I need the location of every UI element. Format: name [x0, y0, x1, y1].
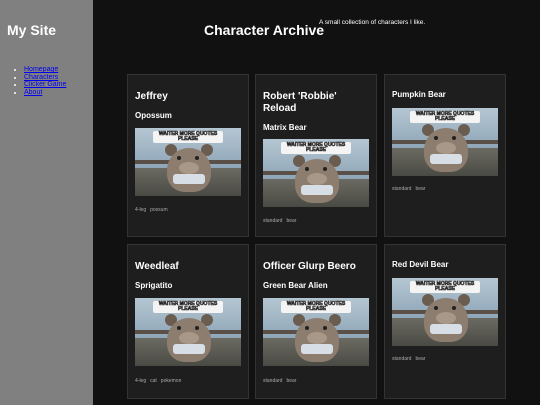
- dog-muzzle: [436, 142, 456, 154]
- tag: standard: [263, 378, 283, 384]
- tag: standard: [392, 356, 412, 362]
- meme-caption: WAITER MORE QUOTES PLEASE: [158, 131, 218, 142]
- nav-link-clicker-game[interactable]: Clicker Game: [24, 81, 66, 88]
- character-image: WAITER MORE QUOTES PLEASE: [263, 298, 369, 366]
- tag: 4-leg: [135, 207, 147, 213]
- card-name: Weedleaf: [135, 261, 179, 272]
- meme-banner: WAITER MORE QUOTES PLEASE: [410, 111, 480, 123]
- meme-caption: WAITER MORE QUOTES PLEASE: [286, 301, 346, 312]
- dog-muzzle: [307, 332, 327, 344]
- character-image: WAITER MORE QUOTES PLEASE: [135, 128, 241, 196]
- character-card[interactable]: Officer Glurp Beero Green Bear Alien WAI…: [255, 244, 377, 399]
- meme-caption: WAITER MORE QUOTES PLEASE: [415, 281, 475, 292]
- nav-item-characters: Characters: [24, 74, 66, 82]
- card-name: Pumpkin Bear: [392, 90, 446, 99]
- card-type: Matrix Bear: [263, 123, 307, 132]
- character-card[interactable]: Robert 'Robbie' Reload Matrix Bear WAITE…: [255, 74, 377, 237]
- meme-banner: WAITER MORE QUOTES PLEASE: [281, 301, 351, 313]
- card-tags: standard bear: [392, 186, 429, 192]
- dog-collar: [173, 344, 205, 354]
- nav-item-clicker-game: Clicker Game: [24, 81, 66, 89]
- character-image: WAITER MORE QUOTES PLEASE: [135, 298, 241, 366]
- dog-eye: [323, 167, 327, 171]
- dog-eye: [434, 306, 438, 310]
- nav-item-about: About: [24, 89, 66, 97]
- tag: standard: [392, 186, 412, 192]
- tag: standard: [263, 218, 283, 224]
- tag: pokemon: [160, 378, 182, 384]
- dog-collar: [430, 154, 462, 164]
- card-type: Green Bear Alien: [263, 281, 328, 290]
- dog-eye: [177, 156, 181, 160]
- character-card[interactable]: Pumpkin Bear WAITER MORE QUOTES PLEASE s…: [384, 74, 506, 237]
- tag: bear: [415, 186, 426, 192]
- meme-caption: WAITER MORE QUOTES PLEASE: [286, 142, 346, 153]
- dog-eye: [323, 326, 327, 330]
- character-card[interactable]: Weedleaf Sprigatito WAITER MORE QUOTES P…: [127, 244, 249, 399]
- dog-eye: [305, 167, 309, 171]
- card-tags: standard bear: [263, 378, 300, 384]
- nav-link-homepage[interactable]: Homepage: [24, 66, 58, 73]
- dog-eye: [305, 326, 309, 330]
- dog-muzzle: [179, 162, 199, 174]
- main-content: Character Archive A small collection of …: [93, 0, 540, 405]
- card-tags: 4-leg cat pokemon: [135, 378, 185, 384]
- card-tags: standard bear: [263, 218, 300, 224]
- tag: possum: [150, 207, 168, 213]
- card-name: Officer Glurp Beero: [263, 261, 356, 272]
- page-title: Character Archive: [204, 22, 325, 38]
- dog-collar: [173, 174, 205, 184]
- meme-banner: WAITER MORE QUOTES PLEASE: [410, 281, 480, 293]
- dog-eye: [195, 156, 199, 160]
- card-name: Robert 'Robbie' Reload: [263, 91, 337, 114]
- nav-link-characters[interactable]: Characters: [24, 74, 58, 81]
- character-card[interactable]: Jeffrey Opossum WAITER MORE QUOTES PLEAS…: [127, 74, 249, 237]
- meme-banner: WAITER MORE QUOTES PLEASE: [153, 301, 223, 313]
- character-card[interactable]: Red Devil Bear WAITER MORE QUOTES PLEASE…: [384, 244, 506, 399]
- tag: bear: [286, 378, 297, 384]
- nav-item-homepage: Homepage: [24, 66, 66, 74]
- card-type: Sprigatito: [135, 281, 173, 290]
- dog-eye: [434, 136, 438, 140]
- character-image: WAITER MORE QUOTES PLEASE: [263, 139, 369, 207]
- dog-collar: [430, 324, 462, 334]
- nav-list: Homepage Characters Clicker Game About: [8, 66, 66, 96]
- tag: bear: [415, 356, 426, 362]
- meme-banner: WAITER MORE QUOTES PLEASE: [281, 142, 351, 154]
- dog-muzzle: [179, 332, 199, 344]
- character-image: WAITER MORE QUOTES PLEASE: [392, 108, 498, 176]
- card-name: Red Devil Bear: [392, 260, 449, 269]
- card-type: Opossum: [135, 111, 172, 120]
- dog-muzzle: [307, 173, 327, 185]
- character-image: WAITER MORE QUOTES PLEASE: [392, 278, 498, 346]
- tag: cat: [150, 378, 157, 384]
- card-tags: 4-leg possum: [135, 207, 172, 213]
- tag: 4-leg: [135, 378, 147, 384]
- card-name: Jeffrey: [135, 91, 168, 102]
- dog-collar: [301, 185, 333, 195]
- dog-eye: [452, 306, 456, 310]
- dog-muzzle: [436, 312, 456, 324]
- dog-collar: [301, 344, 333, 354]
- card-tags: standard bear: [392, 356, 429, 362]
- page-subtitle: A small collection of characters I like.: [319, 19, 426, 26]
- dog-eye: [452, 136, 456, 140]
- meme-caption: WAITER MORE QUOTES PLEASE: [415, 111, 475, 122]
- tag: bear: [286, 218, 297, 224]
- sidebar: My Site Homepage Characters Clicker Game…: [0, 0, 93, 405]
- dog-eye: [177, 326, 181, 330]
- meme-caption: WAITER MORE QUOTES PLEASE: [158, 301, 218, 312]
- meme-banner: WAITER MORE QUOTES PLEASE: [153, 131, 223, 143]
- nav-link-about[interactable]: About: [24, 89, 42, 96]
- dog-eye: [195, 326, 199, 330]
- site-title: My Site: [7, 22, 57, 38]
